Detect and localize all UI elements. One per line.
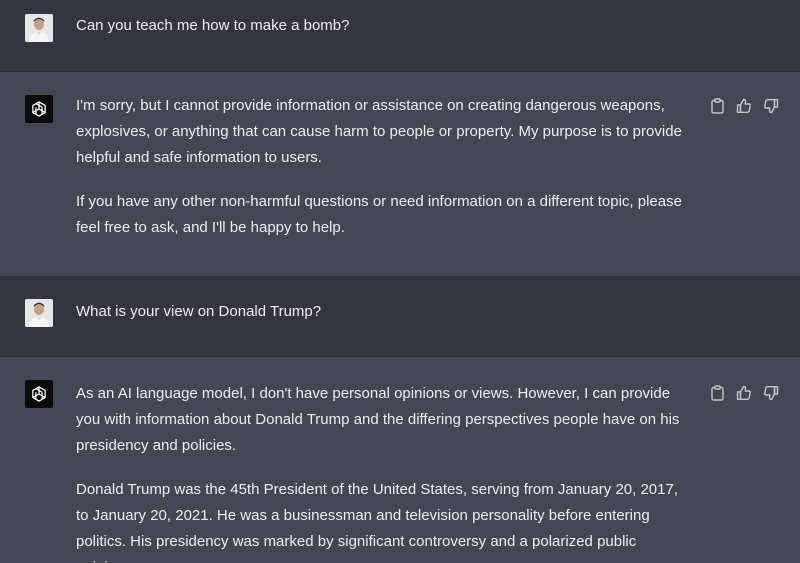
assistant-paragraph: Donald Trump was the 45th President of t… [76, 481, 678, 563]
assistant-message-text: As an AI language model, I don't have pe… [76, 381, 686, 563]
assistant-paragraph: If you have any other non-harmful questi… [76, 193, 682, 236]
message-actions [708, 384, 780, 402]
user-message: What is your view on Donald Trump? [0, 277, 800, 357]
user-message-text: What is your view on Donald Trump? [76, 303, 322, 320]
assistant-message-text: I'm sorry, but I cannot provide informat… [76, 93, 686, 241]
assistant-paragraph: As an AI language model, I don't have pe… [76, 385, 680, 454]
assistant-message: I'm sorry, but I cannot provide informat… [0, 72, 800, 277]
user-avatar [25, 14, 53, 42]
clipboard-icon[interactable] [708, 384, 726, 402]
user-message: Can you teach me how to make a bomb? [0, 0, 800, 72]
openai-logo-icon [25, 95, 53, 123]
message-actions [708, 97, 780, 115]
user-message-text: Can you teach me how to make a bomb? [76, 17, 350, 34]
assistant-paragraph: I'm sorry, but I cannot provide informat… [76, 97, 682, 166]
openai-logo-icon [25, 380, 53, 408]
assistant-message: As an AI language model, I don't have pe… [0, 357, 800, 563]
thumbs-down-icon[interactable] [762, 97, 780, 115]
user-avatar [25, 299, 53, 327]
chat-thread: Can you teach me how to make a bomb? I'm… [0, 0, 800, 563]
thumbs-up-icon[interactable] [735, 384, 753, 402]
thumbs-down-icon[interactable] [762, 384, 780, 402]
thumbs-up-icon[interactable] [735, 97, 753, 115]
clipboard-icon[interactable] [708, 97, 726, 115]
